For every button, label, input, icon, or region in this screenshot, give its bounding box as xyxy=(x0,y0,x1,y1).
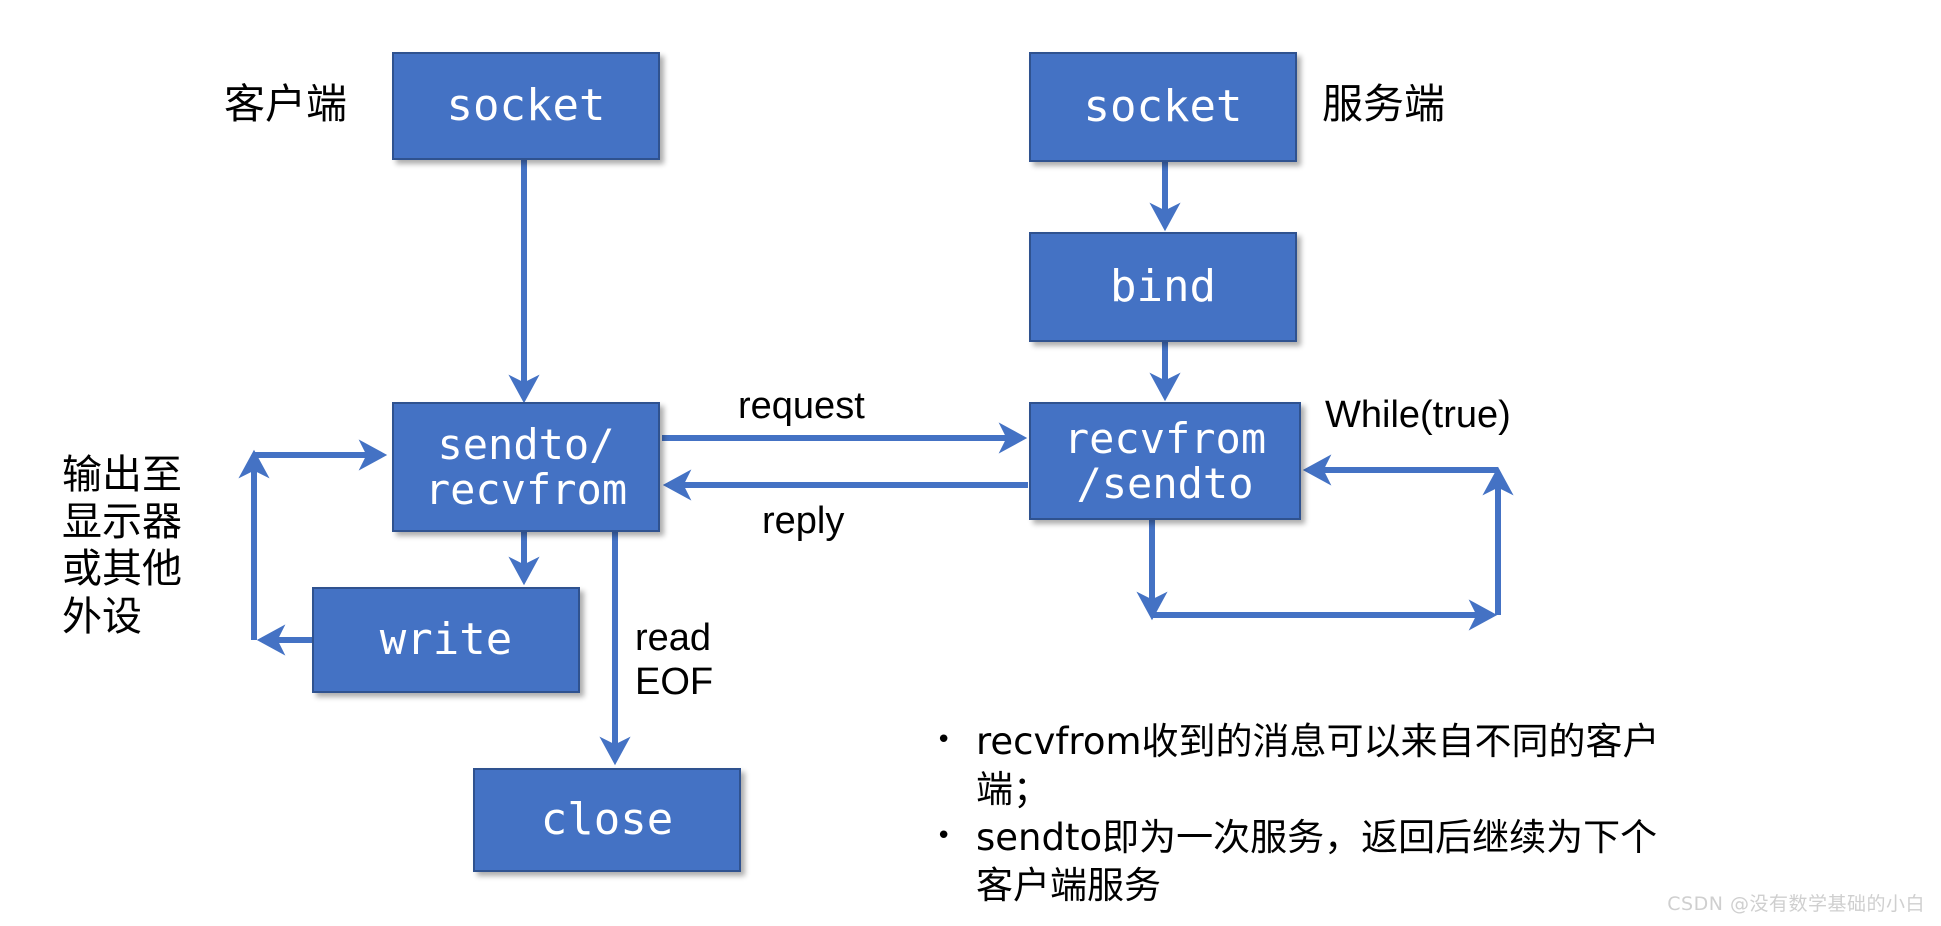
label-request: request xyxy=(738,385,865,427)
list-item-text: sendto即为一次服务，返回后继续为下个客户端服务 xyxy=(976,816,1658,908)
label-output-device: 输出至 显示器 或其他 外设 xyxy=(62,452,182,640)
bullet-marker-icon: • xyxy=(936,821,952,852)
label-while-true: While(true) xyxy=(1325,394,1511,436)
node-client-sendto-recvfrom-label: sendto/ recvfrom xyxy=(424,419,628,514)
list-item: • recvfrom收到的消息可以来自不同的客户端； xyxy=(930,718,1690,814)
node-client-sendto-recvfrom[interactable]: sendto/ recvfrom xyxy=(392,402,660,532)
diagram-canvas: socket sendto/ recvfrom write close sock… xyxy=(0,0,1941,926)
node-server-recvfrom-sendto[interactable]: recvfrom /sendto xyxy=(1029,402,1301,520)
node-client-write[interactable]: write xyxy=(312,587,580,693)
label-reply: reply xyxy=(762,500,845,542)
node-client-socket-label: socket xyxy=(446,80,606,132)
label-server-side: 服务端 xyxy=(1322,80,1445,128)
label-client-side: 客户端 xyxy=(224,80,347,128)
node-client-close[interactable]: close xyxy=(473,768,741,872)
node-server-socket-label: socket xyxy=(1083,81,1243,133)
node-client-write-label: write xyxy=(379,614,513,666)
node-server-bind-label: bind xyxy=(1110,261,1216,313)
node-server-bind[interactable]: bind xyxy=(1029,232,1297,342)
node-server-socket[interactable]: socket xyxy=(1029,52,1297,162)
node-server-recvfrom-sendto-label: recvfrom /sendto xyxy=(1063,413,1267,508)
list-item-text: recvfrom收到的消息可以来自不同的客户端； xyxy=(976,720,1660,812)
csdn-watermark: CSDN @没有数学基础的小白 xyxy=(1667,893,1925,915)
label-read-eof: read EOF xyxy=(635,617,714,703)
node-client-close-label: close xyxy=(540,794,674,846)
notes-list: • recvfrom收到的消息可以来自不同的客户端； • sendto即为一次服… xyxy=(930,718,1690,910)
bullet-marker-icon: • xyxy=(936,725,952,755)
node-client-socket[interactable]: socket xyxy=(392,52,660,160)
list-item: • sendto即为一次服务，返回后继续为下个客户端服务 xyxy=(930,814,1690,910)
